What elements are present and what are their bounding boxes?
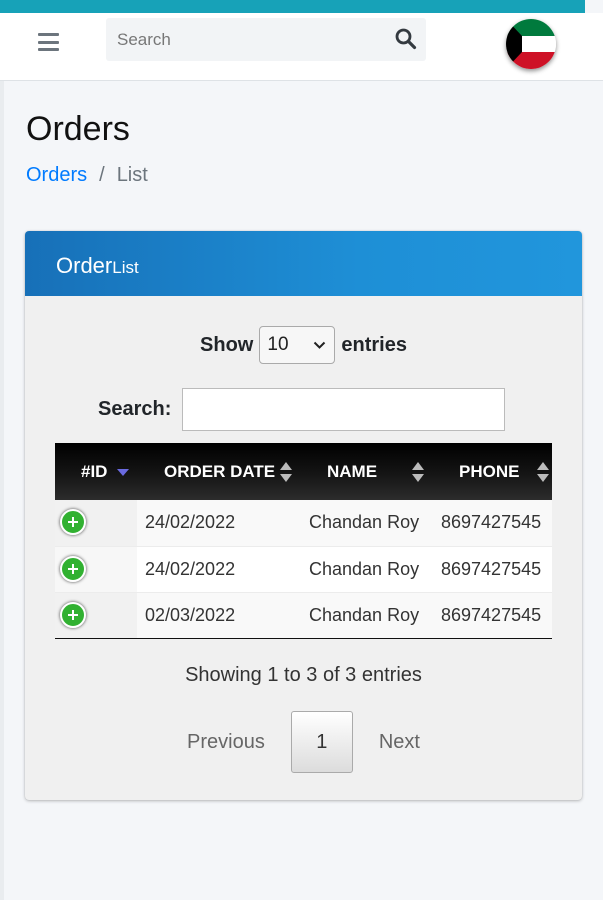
table-search-input[interactable] — [182, 388, 506, 431]
row-order-date: 24/02/2022 — [137, 500, 309, 546]
navbar-search — [106, 18, 426, 61]
row-name: Chandan Roy — [309, 545, 437, 592]
entries-length-control: Show 10 entries — [25, 326, 582, 364]
filter-label: Search: — [98, 398, 172, 420]
length-suffix-label: entries — [341, 333, 407, 356]
table-filter: Search: — [98, 388, 506, 431]
next-page-button[interactable]: Next — [363, 731, 436, 754]
top-accent-bar — [0, 0, 585, 13]
row-name: Chandan Roy — [309, 500, 437, 546]
orders-table: #ID ORDER DATE NAME PHONE 24/02/2022 Cha… — [55, 443, 552, 639]
table-row: 02/03/2022 Chandan Roy 8697427545 — [55, 591, 552, 639]
card-header: OrderList — [25, 231, 582, 296]
row-id-cell — [55, 545, 137, 592]
row-phone: 8697427545 — [437, 545, 552, 592]
row-id-cell — [55, 500, 137, 546]
row-id-cell — [55, 591, 137, 639]
table-row: 24/02/2022 Chandan Roy 8697427545 — [55, 545, 552, 592]
table-row: 24/02/2022 Chandan Roy 8697427545 — [55, 500, 552, 546]
search-icon[interactable] — [394, 27, 418, 51]
row-order-date: 24/02/2022 — [137, 545, 309, 592]
top-navbar — [0, 13, 603, 81]
table-info: Showing 1 to 3 of 3 entries — [185, 664, 422, 686]
hamburger-icon[interactable] — [38, 33, 59, 51]
column-header-id[interactable]: #ID — [55, 443, 137, 500]
table-header-row: #ID ORDER DATE NAME PHONE — [55, 443, 552, 500]
length-prefix-label: Show — [200, 333, 254, 356]
navbar-search-input[interactable] — [106, 18, 386, 61]
card-title-sub: List — [112, 258, 139, 277]
length-selected-value: 10 — [267, 334, 289, 355]
sidebar-edge — [0, 81, 4, 900]
entries-length-select[interactable]: 10 — [259, 326, 336, 364]
column-header-label: PHONE — [459, 461, 520, 481]
breadcrumb: Orders / List — [26, 164, 148, 187]
sort-both-icon — [537, 461, 549, 482]
page-title: Orders — [26, 110, 130, 148]
previous-page-button[interactable]: Previous — [171, 731, 281, 754]
column-header-label: #ID — [81, 461, 108, 481]
expand-plus-icon[interactable] — [60, 509, 86, 536]
breadcrumb-orders-link[interactable]: Orders — [26, 164, 87, 187]
sort-desc-icon — [117, 468, 129, 476]
row-phone: 8697427545 — [437, 591, 552, 639]
expand-plus-icon[interactable] — [60, 601, 86, 628]
page-1-button[interactable]: 1 — [290, 711, 353, 773]
expand-plus-icon[interactable] — [60, 555, 86, 582]
sort-both-icon — [412, 461, 424, 482]
chevron-down-icon — [314, 341, 326, 349]
row-name: Chandan Roy — [309, 591, 437, 639]
column-header-order-date[interactable]: ORDER DATE — [137, 443, 309, 500]
card-title-main: Order — [56, 253, 113, 278]
breadcrumb-current: List — [116, 164, 148, 186]
column-header-label: NAME — [327, 461, 378, 481]
row-phone: 8697427545 — [437, 500, 552, 546]
column-header-label: ORDER DATE — [164, 461, 276, 481]
sort-both-icon — [280, 461, 292, 482]
row-order-date: 02/03/2022 — [137, 591, 309, 639]
order-list-card: OrderList Show 10 entries Search: #ID OR… — [25, 231, 582, 800]
kuwait-flag-icon[interactable] — [506, 19, 556, 69]
pagination: Previous 1 Next — [25, 711, 582, 773]
breadcrumb-separator: / — [99, 164, 105, 186]
column-header-name[interactable]: NAME — [309, 443, 437, 500]
column-header-phone[interactable]: PHONE — [437, 443, 552, 500]
